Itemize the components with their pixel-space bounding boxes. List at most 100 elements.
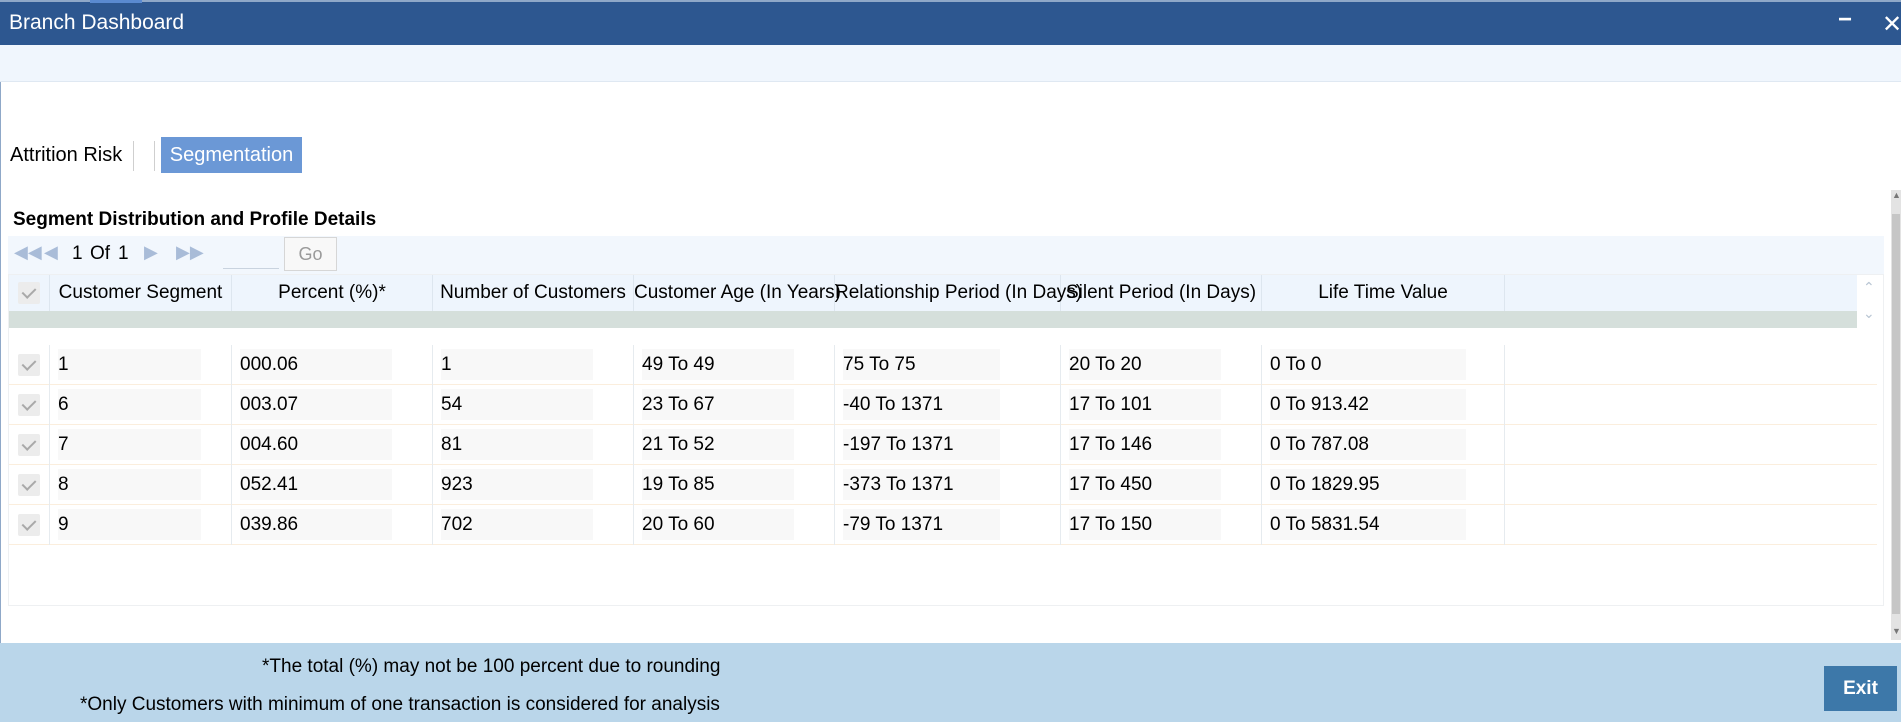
row-checkbox[interactable] <box>9 385 50 425</box>
table-cell: 052.41 <box>232 465 433 505</box>
table-cell: 0 To 1829.95 <box>1262 465 1505 505</box>
cell-value: 75 To 75 <box>843 349 1000 380</box>
check-icon <box>18 514 40 536</box>
cell-value: 49 To 49 <box>642 349 794 380</box>
tab-segmentation[interactable]: Segmentation <box>161 137 302 173</box>
table-row[interactable]: 9 039.86 702 20 To 60 -79 To 1371 17 To 150 0 … <box>9 505 1877 545</box>
column-header[interactable]: Life Time Value <box>1262 275 1505 311</box>
table-cell: 0 To 5831.54 <box>1262 505 1505 545</box>
cell-value: 052.41 <box>240 469 392 500</box>
titlebar-accent <box>90 0 142 3</box>
cell-value: 19 To 85 <box>642 469 794 500</box>
cell-value: 17 To 146 <box>1069 429 1221 460</box>
table-scrollbar[interactable]: ⌃ ⌄ <box>1857 275 1885 345</box>
table-cell: 0 To 787.08 <box>1262 425 1505 465</box>
cell-value: -373 To 1371 <box>843 469 1000 500</box>
check-icon <box>18 282 40 304</box>
cell-value: 17 To 101 <box>1069 389 1221 420</box>
last-page-icon[interactable]: ▶▶ <box>176 242 204 263</box>
cell-value: 20 To 60 <box>642 509 794 540</box>
cell-value: 1 <box>58 349 201 380</box>
table-cell: 20 To 20 <box>1061 345 1262 385</box>
cell-value: 000.06 <box>240 349 392 380</box>
table-cell: 004.60 <box>232 425 433 465</box>
footer-note-rounding: *The total (%) may not be 100 percent du… <box>262 656 721 677</box>
column-header[interactable]: Customer Segment <box>50 275 232 311</box>
column-header[interactable]: Relationship Period (In Days) <box>835 275 1082 311</box>
table-cell: 17 To 146 <box>1061 425 1262 465</box>
table-cell: 923 <box>433 465 634 505</box>
tab-attrition-risk[interactable]: Attrition Risk <box>10 137 122 173</box>
cell-value: 8 <box>58 469 201 500</box>
cell-value: 923 <box>441 469 593 500</box>
scroll-down-icon[interactable]: ⌄ <box>1863 305 1875 322</box>
page-number-input[interactable] <box>223 241 279 269</box>
column-header[interactable]: Customer Age (In Years) <box>634 275 841 311</box>
check-icon <box>18 354 40 376</box>
scroll-down-icon[interactable]: ▼ <box>1892 626 1901 636</box>
row-checkbox[interactable] <box>9 425 50 465</box>
current-page: 1 <box>72 243 83 264</box>
next-page-icon[interactable]: ▶ <box>144 242 158 263</box>
table-cell: 039.86 <box>232 505 433 545</box>
cell-value: 0 To 1829.95 <box>1270 469 1466 500</box>
cell-value: 702 <box>441 509 593 540</box>
exit-button[interactable]: Exit <box>1824 666 1897 711</box>
table-cell: 0 To 913.42 <box>1262 385 1505 425</box>
cell-value: 17 To 450 <box>1069 469 1221 500</box>
table-cell: 54 <box>433 385 634 425</box>
row-checkbox[interactable] <box>9 505 50 545</box>
go-button[interactable]: Go <box>284 237 337 271</box>
cell-value: 81 <box>441 429 593 460</box>
cell-value: 6 <box>58 389 201 420</box>
select-all-checkbox[interactable] <box>9 275 50 311</box>
tab-divider <box>154 141 155 171</box>
table-cell: 17 To 101 <box>1061 385 1262 425</box>
column-header[interactable]: Percent (%)* <box>232 275 433 311</box>
table-cell: 8 <box>50 465 232 505</box>
page-scrollbar[interactable]: ▲ ▼ <box>1891 190 1901 640</box>
section-title: Segment Distribution and Profile Details <box>13 209 377 230</box>
table-header: Customer Segment Percent (%)* Number of … <box>9 275 1857 311</box>
table-cell: 81 <box>433 425 634 465</box>
cell-value: -197 To 1371 <box>843 429 1000 460</box>
segment-table: Customer Segment Percent (%)* Number of … <box>8 274 1884 606</box>
cell-value: 0 To 5831.54 <box>1270 509 1466 540</box>
table-row[interactable]: 6 003.07 54 23 To 67 -40 To 1371 17 To 101 0 T… <box>9 385 1877 425</box>
first-page-icon[interactable]: ◀◀ <box>14 242 42 263</box>
table-row[interactable]: 8 052.41 923 19 To 85 -373 To 1371 17 To 450 0… <box>9 465 1877 505</box>
cell-value: 21 To 52 <box>642 429 794 460</box>
table-cell: 000.06 <box>232 345 433 385</box>
column-header[interactable]: Number of Customers <box>433 275 634 311</box>
previous-page-icon[interactable]: ◀ <box>44 242 58 263</box>
scroll-up-icon[interactable]: ▲ <box>1892 190 1901 200</box>
pagination-bar: ◀◀ ◀ 1 Of 1 ▶ ▶▶ Go <box>8 236 1884 274</box>
cell-value: 20 To 20 <box>1069 349 1221 380</box>
cell-value: 004.60 <box>240 429 392 460</box>
table-cell: 0 To 0 <box>1262 345 1505 385</box>
header-filter-bar <box>9 311 1857 328</box>
table-row[interactable]: 1 000.06 1 49 To 49 75 To 75 20 To 20 0 To 0 <box>9 345 1877 385</box>
cell-value: 17 To 150 <box>1069 509 1221 540</box>
page-of-label: Of <box>90 243 111 264</box>
cell-value: 0 To 913.42 <box>1270 389 1466 420</box>
cell-value: 003.07 <box>240 389 392 420</box>
table-row[interactable]: 7 004.60 81 21 To 52 -197 To 1371 17 To 146 0 … <box>9 425 1877 465</box>
row-checkbox[interactable] <box>9 345 50 385</box>
minimize-icon[interactable]: − <box>1838 6 1852 34</box>
cell-value: 1 <box>441 349 593 380</box>
table-cell: 7 <box>50 425 232 465</box>
scrollbar-thumb[interactable] <box>1892 214 1900 614</box>
cell-value: 0 To 787.08 <box>1270 429 1466 460</box>
table-cell: -79 To 1371 <box>835 505 1061 545</box>
close-icon[interactable]: ✕ <box>1882 10 1901 39</box>
table-cell: 003.07 <box>232 385 433 425</box>
toolbar-strip <box>0 45 1901 82</box>
table-cell: 21 To 52 <box>634 425 835 465</box>
column-header[interactable]: Silent Period (In Days) <box>1061 275 1262 311</box>
check-icon <box>18 434 40 456</box>
row-checkbox[interactable] <box>9 465 50 505</box>
table-cell: -40 To 1371 <box>835 385 1061 425</box>
scroll-up-icon[interactable]: ⌃ <box>1863 279 1875 296</box>
table-cell: 17 To 150 <box>1061 505 1262 545</box>
